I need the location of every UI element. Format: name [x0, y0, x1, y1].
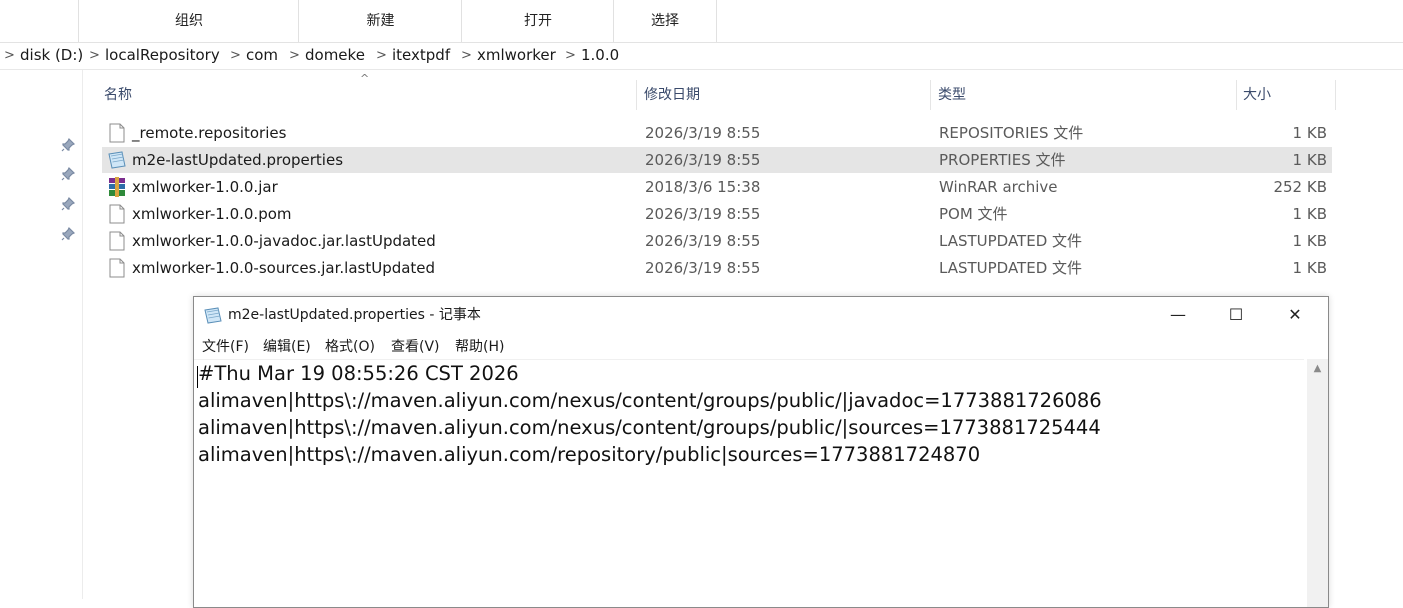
file-date: 2026/3/19 8:55	[645, 232, 761, 250]
file-row[interactable]: m2e-lastUpdated.properties 2026/3/19 8:5…	[102, 147, 1332, 173]
file-type: LASTUPDATED 文件	[939, 232, 1083, 250]
file-name: m2e-lastUpdated.properties	[132, 151, 344, 169]
file-type: REPOSITORIES 文件	[939, 124, 1084, 142]
pin-icon[interactable]	[60, 226, 76, 242]
ribbon-tab-new[interactable]: 新建	[298, 0, 462, 42]
maximize-button[interactable]: ☐	[1207, 297, 1265, 333]
file-type: POM 文件	[939, 205, 1008, 223]
breadcrumb-xmlworker[interactable]: xmlworker	[477, 42, 556, 69]
file-row[interactable]: _remote.repositories 2026/3/19 8:55 REPO…	[102, 120, 1332, 146]
file-date: 2026/3/19 8:55	[645, 124, 761, 142]
notepad-file-icon	[108, 151, 126, 169]
file-name: xmlworker-1.0.0.pom	[132, 205, 292, 223]
chevron-right-icon[interactable]: >	[289, 42, 300, 69]
menu-view[interactable]: 查看(V)	[391, 335, 440, 359]
vertical-scrollbar[interactable]: ▲	[1307, 359, 1328, 607]
text-line: alimaven|https\://maven.aliyun.com/nexus…	[198, 389, 1102, 412]
text-line: alimaven|https\://maven.aliyun.com/nexus…	[198, 416, 1101, 439]
column-header-name[interactable]: 名称	[98, 80, 637, 110]
chevron-right-icon[interactable]: >	[461, 42, 472, 69]
menu-help[interactable]: 帮助(H)	[455, 335, 504, 359]
file-name: xmlworker-1.0.0-sources.jar.lastUpdated	[132, 259, 436, 277]
file-date: 2026/3/19 8:55	[645, 259, 761, 277]
blank-file-icon	[109, 123, 125, 143]
file-type: PROPERTIES 文件	[939, 151, 1066, 169]
file-size: 1 KB	[1292, 124, 1327, 142]
blank-file-icon	[109, 231, 125, 251]
breadcrumb-domeke[interactable]: domeke	[305, 42, 365, 69]
file-size: 1 KB	[1292, 232, 1327, 250]
chevron-right-icon[interactable]: >	[230, 42, 241, 69]
notepad-menu-bar: 文件(F) 编辑(E) 格式(O) 查看(V) 帮助(H)	[194, 335, 1304, 359]
chevron-right-icon[interactable]: >	[89, 42, 100, 69]
file-date: 2026/3/19 8:55	[645, 151, 761, 169]
breadcrumb-version[interactable]: 1.0.0	[581, 42, 619, 69]
file-date: 2018/3/6 15:38	[645, 178, 761, 196]
menu-edit[interactable]: 编辑(E)	[263, 335, 311, 359]
ribbon-tab-open[interactable]: 打开	[461, 0, 614, 42]
ribbon-tab-organize[interactable]: 组织	[78, 0, 299, 42]
menu-format[interactable]: 格式(O)	[325, 335, 375, 359]
text-line: alimaven|https\://maven.aliyun.com/repos…	[198, 443, 981, 466]
ribbon-tab-select[interactable]: 选择	[613, 0, 717, 42]
file-name: xmlworker-1.0.0.jar	[132, 178, 278, 196]
pin-icon[interactable]	[60, 166, 76, 182]
file-row[interactable]: xmlworker-1.0.0.jar 2018/3/6 15:38 WinRA…	[102, 174, 1332, 200]
breadcrumb: > disk (D:) > localRepository > com > do…	[0, 42, 1403, 70]
text-line: #Thu Mar 19 08:55:26 CST 2026	[198, 362, 519, 385]
winrar-icon	[109, 177, 125, 197]
file-type: LASTUPDATED 文件	[939, 259, 1083, 277]
file-size: 252 KB	[1273, 178, 1327, 196]
pin-icon[interactable]	[60, 137, 76, 153]
blank-file-icon	[109, 258, 125, 278]
breadcrumb-localrepository[interactable]: localRepository	[105, 42, 220, 69]
pin-icon[interactable]	[60, 196, 76, 212]
breadcrumb-com[interactable]: com	[246, 42, 278, 69]
file-date: 2026/3/19 8:55	[645, 205, 761, 223]
close-button[interactable]: ✕	[1266, 297, 1324, 333]
column-header-size[interactable]: 大小	[1237, 80, 1336, 110]
chevron-right-icon[interactable]: >	[376, 42, 387, 69]
blank-file-icon	[109, 204, 125, 224]
breadcrumb-itextpdf[interactable]: itextpdf	[392, 42, 450, 69]
file-size: 1 KB	[1292, 151, 1327, 169]
file-row[interactable]: xmlworker-1.0.0.pom 2026/3/19 8:55 POM 文…	[102, 201, 1332, 227]
menu-file[interactable]: 文件(F)	[202, 335, 249, 359]
scroll-up-icon[interactable]: ▲	[1307, 361, 1328, 377]
file-size: 1 KB	[1292, 205, 1327, 223]
window-title: m2e-lastUpdated.properties - 记事本	[228, 307, 481, 323]
file-row[interactable]: xmlworker-1.0.0-javadoc.jar.lastUpdated …	[102, 228, 1332, 254]
notepad-text-area[interactable]: #Thu Mar 19 08:55:26 CST 2026 alimaven|h…	[194, 359, 1304, 608]
file-size: 1 KB	[1292, 259, 1327, 277]
column-header-date[interactable]: 修改日期	[638, 80, 931, 110]
navigation-pane	[0, 70, 83, 599]
chevron-right-icon: >	[4, 48, 15, 63]
chevron-right-icon[interactable]: >	[565, 42, 576, 69]
minimize-button[interactable]: —	[1149, 297, 1207, 333]
file-name: _remote.repositories	[132, 124, 287, 142]
column-header-type[interactable]: 类型	[932, 80, 1237, 110]
file-row[interactable]: xmlworker-1.0.0-sources.jar.lastUpdated …	[102, 255, 1332, 281]
file-type: WinRAR archive	[939, 178, 1058, 196]
file-name: xmlworker-1.0.0-javadoc.jar.lastUpdated	[132, 232, 436, 250]
notepad-window: m2e-lastUpdated.properties - 记事本 — ☐ ✕ 文…	[193, 296, 1329, 608]
ribbon: 组织 新建 打开 选择	[0, 0, 1403, 43]
notepad-icon	[204, 307, 222, 324]
notepad-title-bar[interactable]: m2e-lastUpdated.properties - 记事本 — ☐ ✕	[194, 297, 1328, 333]
breadcrumb-disk[interactable]: disk (D:)	[20, 42, 83, 69]
